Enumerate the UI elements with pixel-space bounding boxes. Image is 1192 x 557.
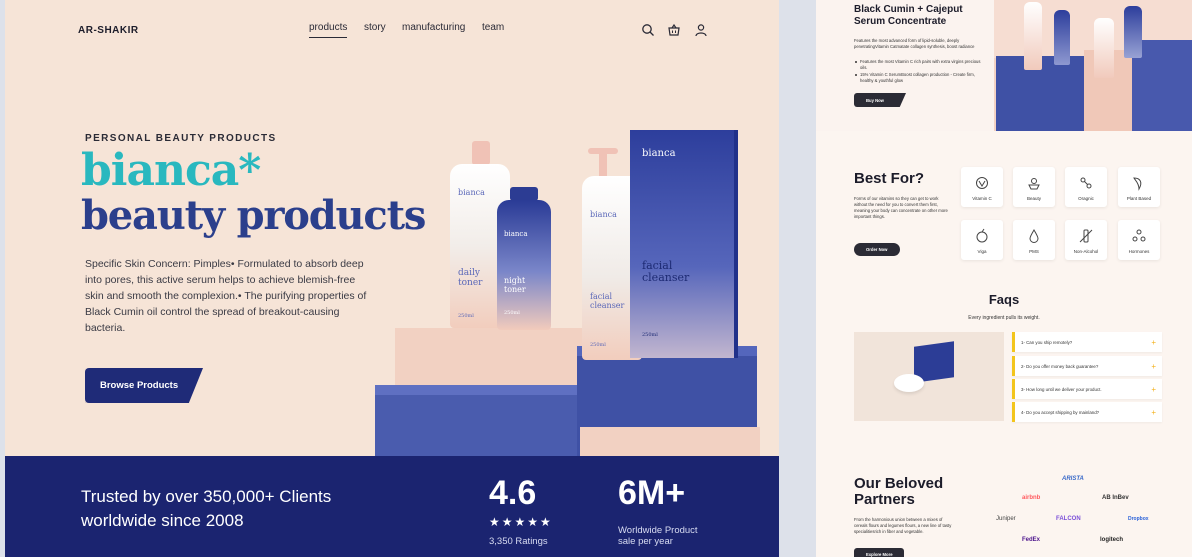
bullet-dot — [855, 61, 857, 63]
cleanser-label: facial cleanser — [590, 292, 625, 310]
hero-eyebrow: PERSONAL BEAUTY PRODUCTS — [85, 133, 277, 144]
search-icon[interactable] — [641, 23, 655, 37]
sales-label-line2: sale per year — [618, 536, 673, 547]
product-image: bianca daily toner 250ml bianca night to… — [375, 120, 779, 458]
partner-logo-airbnb: airbnb — [1022, 495, 1041, 501]
partner-logo-fedex: FedEx — [1022, 537, 1041, 543]
partner-logo-abinbev: AB InBev — [1102, 495, 1129, 501]
art-bottle-1 — [1024, 2, 1042, 70]
faq-image-jar — [894, 374, 924, 392]
plus-icon[interactable]: + — [1151, 385, 1156, 394]
faqs-subtitle: Every ingredient pulls its weight. — [968, 315, 1040, 321]
leaf-icon — [1133, 177, 1142, 191]
tile-organic: Oragnic — [1065, 167, 1107, 207]
night-toner-cap — [510, 187, 538, 201]
molecule-icon — [1080, 177, 1092, 189]
nav-manufacturing[interactable]: manufacturing — [402, 22, 465, 33]
product-section: Black Cumin + Cajeput Serum Concentrate … — [816, 0, 1192, 131]
tile-pms: PMS — [1013, 220, 1055, 260]
tile-non-alcohol: Non-Alcohol — [1065, 220, 1107, 260]
trust-statement: Trusted by over 350,000+ Clients worldwi… — [81, 487, 332, 530]
faq-item[interactable]: 2- Do you offer money back guarantee? + — [1012, 356, 1162, 376]
pump-neck — [599, 152, 607, 178]
faq-item[interactable]: 3- How long until we deliver your produc… — [1012, 379, 1162, 399]
cart-icon[interactable] — [667, 23, 681, 37]
explore-more-button[interactable]: Explore More — [854, 548, 904, 557]
product-bullet-1: Features the most Vitamin C rich pairs w… — [860, 59, 981, 70]
plus-icon[interactable]: + — [1151, 408, 1156, 417]
toner-label: daily toner — [458, 268, 483, 288]
bullet-dot — [855, 74, 857, 76]
partners-description: From the harmonious union between a mixe… — [854, 517, 952, 534]
art-bottle-3 — [1094, 18, 1114, 78]
partner-logo-logitech: logitech — [1100, 537, 1124, 543]
hero-title-products: beauty products — [81, 192, 426, 239]
drop-icon — [1029, 229, 1039, 243]
rating-stars-icon: ★★★★★ — [489, 515, 553, 529]
partner-logo-dropbox: Dropbox — [1128, 516, 1149, 522]
user-icon[interactable] — [694, 23, 708, 37]
tile-vitamin-c: Vitamin C — [961, 167, 1003, 207]
art-bottle-4 — [1124, 6, 1142, 58]
best-for-title: Best For? — [854, 170, 925, 187]
plus-icon[interactable]: + — [1151, 338, 1156, 347]
partner-logo-arista: ARISTA — [1062, 476, 1084, 482]
tile-hormones: Hormones — [1118, 220, 1160, 260]
no-alcohol-icon — [1079, 229, 1093, 243]
brand-logo[interactable]: AR-SHAKIR — [78, 25, 139, 36]
product-description: Features the most advanced form of lipid… — [854, 38, 975, 49]
toner-cap — [472, 141, 490, 165]
faq-image — [854, 332, 1004, 421]
browse-products-button[interactable]: Browse Products — [85, 368, 203, 403]
partners-title: Our Beloved Partners — [854, 475, 944, 508]
tile-viga: Viga — [961, 220, 1003, 260]
plus-icon[interactable]: + — [1151, 362, 1156, 371]
night-toner-bottle: bianca night toner 250ml — [497, 200, 551, 330]
art-bottle-2 — [1054, 10, 1070, 65]
sales-label-line1: Worldwide Product — [618, 525, 698, 536]
sales-value: 6M+ — [618, 474, 686, 512]
hormone-icon — [1132, 229, 1146, 242]
tile-beauty: Beauty — [1013, 167, 1055, 207]
tile-plant-based: Plant Based — [1118, 167, 1160, 207]
hero-description: Specific Skin Concern: Pimples• Formulat… — [85, 258, 367, 334]
box-label: facial cleanser — [642, 259, 690, 284]
vegan-icon — [976, 228, 988, 243]
rating-label: 3,350 Ratings — [489, 536, 548, 547]
product-art — [994, 0, 1192, 131]
partner-logo-juniper: Juniper — [996, 516, 1016, 522]
buy-now-button[interactable]: Buy Now — [854, 93, 906, 107]
partner-logo-falcon: FALCON — [1056, 516, 1081, 522]
faq-item[interactable]: 4- Do you accept shipping by mainland? + — [1012, 402, 1162, 422]
nav-products[interactable]: products — [309, 22, 348, 38]
nav-story[interactable]: story — [364, 22, 386, 33]
hero-title-brand: bianca* — [81, 145, 261, 196]
faq-item[interactable]: 1- Can you ship remotely? + — [1012, 332, 1162, 352]
landing-page-sections: Black Cumin + Cajeput Serum Concentrate … — [816, 0, 1192, 557]
product-bullet-2: 15% Vitamin C SerumBoost collagen produc… — [860, 72, 975, 83]
product-box: bianca facial cleanser 250ml — [630, 130, 734, 358]
blue-plinth-left-top — [375, 385, 585, 395]
order-now-button[interactable]: Order Now — [854, 243, 900, 256]
landing-page-hero: AR-SHAKIR products story manufacturing t… — [5, 0, 779, 557]
pink-plinth-front — [580, 427, 760, 457]
faqs-title: Faqs — [988, 292, 1020, 307]
best-for-description: Forms of our vitamins so they can get to… — [854, 196, 948, 219]
night-toner-label: night toner — [504, 276, 526, 294]
nav-team[interactable]: team — [482, 22, 504, 33]
beauty-icon — [1028, 178, 1040, 190]
vitamin-icon — [976, 177, 988, 189]
product-title: Black Cumin + Cajeput Serum Concentrate — [854, 4, 963, 27]
blue-plinth-left — [375, 385, 585, 457]
rating-value: 4.6 — [489, 474, 537, 512]
